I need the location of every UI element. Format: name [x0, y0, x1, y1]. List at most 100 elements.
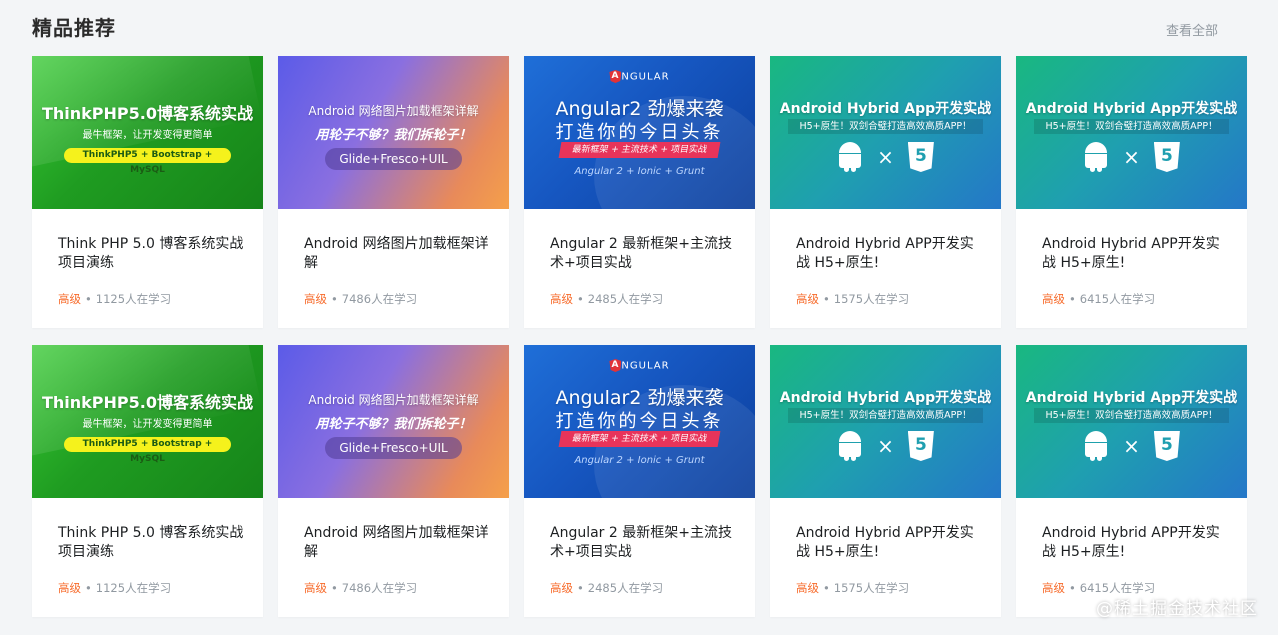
- meta-separator: •: [1069, 581, 1076, 595]
- course-meta: 高级 • 1575人在学习: [796, 291, 909, 307]
- course-banner[interactable]: Android 网络图片加载框架详解 用轮子不够？我们拆轮子！ Glide+Fr…: [278, 56, 509, 209]
- course-meta: 高级 • 7486人在学习: [304, 580, 417, 596]
- html5-icon: 5: [1153, 431, 1180, 461]
- meta-separator: •: [823, 581, 830, 595]
- banner-title: Android Hybrid App开发实战: [779, 101, 992, 117]
- banner-subtitle: 用轮子不够？我们拆轮子！: [315, 417, 472, 432]
- banner-subtitle: H5+原生！双剑合璧打造高效高质APP！: [788, 408, 983, 423]
- banner-title: Android Hybrid App开发实战: [1025, 390, 1238, 406]
- meta-separator: •: [577, 292, 584, 306]
- course-title[interactable]: Think PHP 5.0 博客系统实战项目演练: [58, 524, 245, 562]
- course-title[interactable]: Android Hybrid APP开发实战 H5+原生!: [1042, 524, 1229, 562]
- course-title[interactable]: Angular 2 最新框架+主流技术+项目实战: [550, 235, 737, 273]
- times-icon: ×: [877, 145, 894, 169]
- banner-title: ThinkPHP5.0博客系统实战: [41, 104, 253, 123]
- course-card[interactable]: Android Hybrid App开发实战 H5+原生！双剑合璧打造高效高质A…: [1016, 345, 1247, 617]
- banner-subtitle: H5+原生！双剑合璧打造高效高质APP！: [1034, 408, 1229, 423]
- level-label: 高级: [58, 292, 81, 306]
- meta-separator: •: [1069, 292, 1076, 306]
- section-header: 精品推荐 查看全部: [32, 10, 1220, 42]
- course-card[interactable]: Android Hybrid App开发实战 H5+原生！双剑合璧打造高效高质A…: [1016, 56, 1247, 328]
- banner-subtitle: 最牛框架，让开发变得更简单: [82, 419, 213, 430]
- angular-logo-text: NGULAR: [621, 360, 670, 372]
- card-body: Think PHP 5.0 博客系统实战项目演练 高级 • 1125人在学习: [32, 209, 263, 328]
- course-card[interactable]: Android 网络图片加载框架详解 用轮子不够？我们拆轮子！ Glide+Fr…: [278, 345, 509, 617]
- course-banner[interactable]: ThinkPHP5.0博客系统实战 最牛框架，让开发变得更简单 ThinkPHP…: [32, 56, 263, 209]
- course-banner[interactable]: Android Hybrid App开发实战 H5+原生！双剑合璧打造高效高质A…: [770, 345, 1001, 498]
- course-title[interactable]: Android 网络图片加载框架详解: [304, 524, 491, 562]
- student-count: 7486人在学习: [341, 581, 418, 595]
- card-body: Think PHP 5.0 博客系统实战项目演练 高级 • 1125人在学习: [32, 498, 263, 617]
- banner-title: Android 网络图片加载框架详解: [308, 104, 479, 118]
- course-card[interactable]: ThinkPHP5.0博客系统实战 最牛框架，让开发变得更简单 ThinkPHP…: [32, 345, 263, 617]
- course-title[interactable]: Android Hybrid APP开发实战 H5+原生!: [796, 524, 983, 562]
- course-grid: ThinkPHP5.0博客系统实战 最牛框架，让开发变得更简单 ThinkPHP…: [32, 56, 1247, 617]
- meta-separator: •: [85, 581, 92, 595]
- view-all-link[interactable]: 查看全部: [1166, 20, 1218, 39]
- student-count: 6415人在学习: [1079, 581, 1156, 595]
- banner-icons: × 5: [1016, 140, 1247, 174]
- banner-title: Angular2 劲爆来袭: [555, 387, 724, 409]
- meta-separator: •: [85, 292, 92, 306]
- student-count: 7486人在学习: [341, 292, 418, 306]
- section-title: 精品推荐: [32, 16, 116, 40]
- course-card[interactable]: ThinkPHP5.0博客系统实战 最牛框架，让开发变得更简单 ThinkPHP…: [32, 56, 263, 328]
- android-icon: [1083, 142, 1109, 172]
- course-banner[interactable]: A NGULAR Angular2 劲爆来袭 打造你的今日头条 最新框架 + 主流…: [524, 56, 755, 209]
- meta-separator: •: [331, 581, 338, 595]
- angular-shield-icon: A: [609, 70, 622, 83]
- course-title[interactable]: Angular 2 最新框架+主流技术+项目实战: [550, 524, 737, 562]
- html5-icon: 5: [1153, 142, 1180, 172]
- banner-subtitle: 打造你的今日头条: [555, 122, 724, 143]
- course-banner[interactable]: A NGULAR Angular2 劲爆来袭 打造你的今日头条 最新框架 + 主流…: [524, 345, 755, 498]
- course-meta: 高级 • 1575人在学习: [796, 580, 909, 596]
- banner-title: Android Hybrid App开发实战: [1025, 101, 1238, 117]
- level-label: 高级: [304, 581, 327, 595]
- course-banner[interactable]: Android Hybrid App开发实战 H5+原生！双剑合璧打造高效高质A…: [770, 56, 1001, 209]
- student-count: 1125人在学习: [95, 581, 172, 595]
- angular-logo: A NGULAR: [524, 359, 755, 372]
- course-card[interactable]: Android Hybrid App开发实战 H5+原生！双剑合璧打造高效高质A…: [770, 56, 1001, 328]
- student-count: 1575人在学习: [833, 581, 910, 595]
- html5-icon: 5: [907, 142, 934, 172]
- course-title[interactable]: Think PHP 5.0 博客系统实战项目演练: [58, 235, 245, 273]
- android-icon: [1083, 431, 1109, 461]
- banner-subtitle: H5+原生！双剑合璧打造高效高质APP！: [788, 119, 983, 134]
- course-card[interactable]: Android Hybrid App开发实战 H5+原生！双剑合璧打造高效高质A…: [770, 345, 1001, 617]
- level-label: 高级: [304, 292, 327, 306]
- level-label: 高级: [796, 581, 819, 595]
- angular-shield-icon: A: [609, 359, 622, 372]
- angular-logo: A NGULAR: [524, 70, 755, 83]
- times-icon: ×: [1123, 434, 1140, 458]
- course-meta: 高级 • 7486人在学习: [304, 291, 417, 307]
- level-label: 高级: [58, 581, 81, 595]
- course-banner[interactable]: Android 网络图片加载框架详解 用轮子不够？我们拆轮子！ Glide+Fr…: [278, 345, 509, 498]
- banner-tag: 最新框架 + 主流技术 + 项目实战: [558, 431, 721, 447]
- banner-footer: Angular 2 + Ionic + Grunt: [574, 166, 705, 177]
- level-label: 高级: [550, 581, 573, 595]
- student-count: 1125人在学习: [95, 292, 172, 306]
- banner-tag: Glide+Fresco+UIL: [325, 437, 462, 459]
- course-title[interactable]: Android Hybrid APP开发实战 H5+原生!: [1042, 235, 1229, 273]
- times-icon: ×: [877, 434, 894, 458]
- course-card[interactable]: Android 网络图片加载框架详解 用轮子不够？我们拆轮子！ Glide+Fr…: [278, 56, 509, 328]
- course-title[interactable]: Android 网络图片加载框架详解: [304, 235, 491, 273]
- banner-icons: × 5: [1016, 429, 1247, 463]
- course-banner[interactable]: ThinkPHP5.0博客系统实战 最牛框架，让开发变得更简单 ThinkPHP…: [32, 345, 263, 498]
- card-body: Android 网络图片加载框架详解 高级 • 7486人在学习: [278, 209, 509, 328]
- banner-title: Angular2 劲爆来袭: [555, 98, 724, 120]
- student-count: 1575人在学习: [833, 292, 910, 306]
- course-banner[interactable]: Android Hybrid App开发实战 H5+原生！双剑合璧打造高效高质A…: [1016, 56, 1247, 209]
- card-body: Android 网络图片加载框架详解 高级 • 7486人在学习: [278, 498, 509, 617]
- banner-subtitle: 打造你的今日头条: [555, 411, 724, 432]
- banner-icons: × 5: [770, 429, 1001, 463]
- level-label: 高级: [796, 292, 819, 306]
- banner-title: ThinkPHP5.0博客系统实战: [41, 393, 253, 412]
- course-meta: 高级 • 6415人在学习: [1042, 291, 1155, 307]
- course-card[interactable]: A NGULAR Angular2 劲爆来袭 打造你的今日头条 最新框架 + 主流…: [524, 345, 755, 617]
- course-title[interactable]: Android Hybrid APP开发实战 H5+原生!: [796, 235, 983, 273]
- student-count: 2485人在学习: [587, 292, 664, 306]
- course-card[interactable]: A NGULAR Angular2 劲爆来袭 打造你的今日头条 最新框架 + 主流…: [524, 56, 755, 328]
- course-banner[interactable]: Android Hybrid App开发实战 H5+原生！双剑合璧打造高效高质A…: [1016, 345, 1247, 498]
- course-meta: 高级 • 2485人在学习: [550, 291, 663, 307]
